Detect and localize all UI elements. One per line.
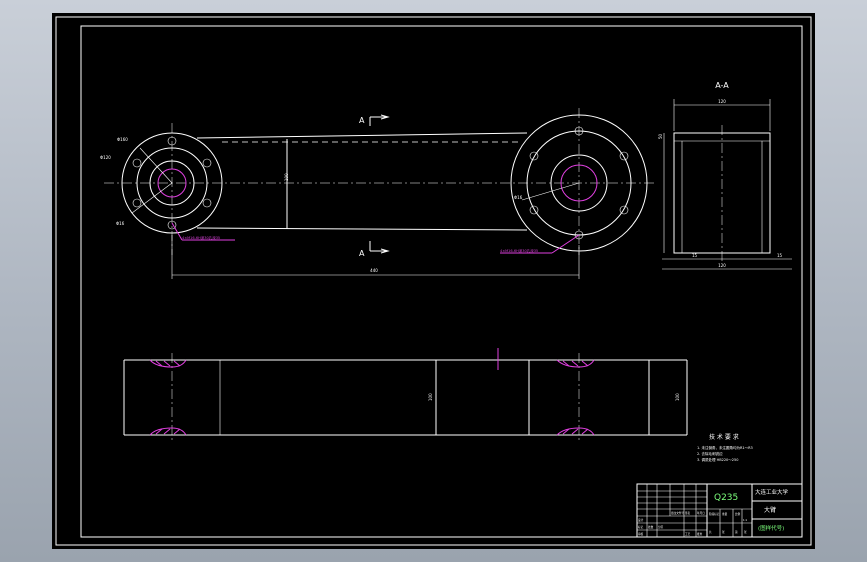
tb-cell-6: 设计 bbox=[638, 518, 644, 522]
tb-cell-15: 张 bbox=[722, 530, 725, 534]
thread-note-left: 4×M16-6H深30孔深35 bbox=[182, 235, 220, 240]
section-mark-top: A bbox=[359, 116, 365, 125]
part-name: 大臂 bbox=[764, 506, 776, 514]
front-height-left: 100 bbox=[428, 393, 433, 401]
tb-cell-17: 张 bbox=[744, 530, 747, 534]
engineering-drawing: 440 100 Φ160 Φ120 Φ16 Φ16 4×M16-6H深30孔深3… bbox=[55, 16, 812, 546]
tb-cell-1: 处数 bbox=[648, 525, 654, 529]
cad-viewport[interactable]: 440 100 Φ160 Φ120 Φ16 Φ16 4×M16-6H深30孔深3… bbox=[52, 13, 815, 549]
hole-label-1: Φ160 bbox=[117, 137, 128, 142]
tb-cell-16: 第 bbox=[735, 530, 738, 534]
outer-border bbox=[55, 16, 812, 546]
tb-cell-8: 工艺 bbox=[685, 532, 691, 536]
title-block: Q235 大连工业大学 大臂 (图样代号) 标记 处数 分区 更改文件号 签名 … bbox=[636, 483, 803, 538]
height-dimension: 100 bbox=[284, 173, 289, 181]
tb-cell-2: 分区 bbox=[658, 525, 664, 529]
section-view-aa: A-A 120 50 15 15 120 bbox=[658, 81, 792, 270]
inner-border bbox=[80, 25, 803, 538]
tb-cell-14: 共 bbox=[709, 530, 712, 534]
drawing-number: (图样代号) bbox=[758, 524, 784, 532]
technical-requirements: 技 术 要 求 1. 未注倒角，未注圆角均为R1～R3 2. 去除毛刺锐边 3.… bbox=[697, 433, 753, 462]
tb-cell-0: 标记 bbox=[638, 525, 644, 529]
tb-cell-7: 审核 bbox=[638, 532, 644, 536]
section-mark-bottom: A bbox=[359, 249, 365, 258]
tb-cell-12: 比例 bbox=[735, 512, 741, 516]
tb-cell-5: 年月日 bbox=[697, 511, 705, 515]
section-left-dimension: 15 bbox=[692, 253, 698, 258]
hole-label-3: Φ16 bbox=[116, 221, 125, 226]
front-view: 100 100 bbox=[123, 348, 688, 443]
tech-req-line-1: 1. 未注倒角，未注圆角均为R1～R3 bbox=[697, 445, 753, 450]
thread-note-right: 4×M16-6H深30孔深35 bbox=[500, 248, 538, 253]
school-name: 大连工业大学 bbox=[755, 488, 789, 496]
tb-cell-4: 签名 bbox=[685, 511, 691, 515]
section-right-dimension: 15 bbox=[777, 253, 783, 258]
tb-cell-10: 阶段标记 bbox=[709, 512, 720, 516]
section-height-dimension: 50 bbox=[658, 133, 663, 139]
tech-req-title: 技 术 要 求 bbox=[709, 433, 739, 441]
tb-cell-11: 重量 bbox=[722, 512, 728, 516]
hole-label-2: Φ120 bbox=[100, 155, 111, 160]
tech-req-line-3: 3. 调质处理 HB220～250 bbox=[697, 457, 738, 462]
section-total-dimension: 120 bbox=[718, 263, 726, 268]
front-height-right: 100 bbox=[675, 393, 680, 401]
top-view: 440 100 Φ160 Φ120 Φ16 Φ16 4×M16-6H深30孔深3… bbox=[100, 108, 657, 279]
tb-cell-9: 批准 bbox=[697, 532, 703, 536]
hole-label-4: Φ16 bbox=[514, 195, 523, 200]
length-dimension: 440 bbox=[370, 268, 378, 273]
tb-cell-13: 1:1 bbox=[743, 518, 748, 522]
tb-cell-3: 更改文件号 bbox=[671, 511, 684, 515]
section-width-dimension: 120 bbox=[718, 99, 726, 104]
tech-req-line-2: 2. 去除毛刺锐边 bbox=[697, 451, 723, 456]
material-label: Q235 bbox=[714, 493, 738, 503]
section-view-title: A-A bbox=[715, 81, 729, 90]
